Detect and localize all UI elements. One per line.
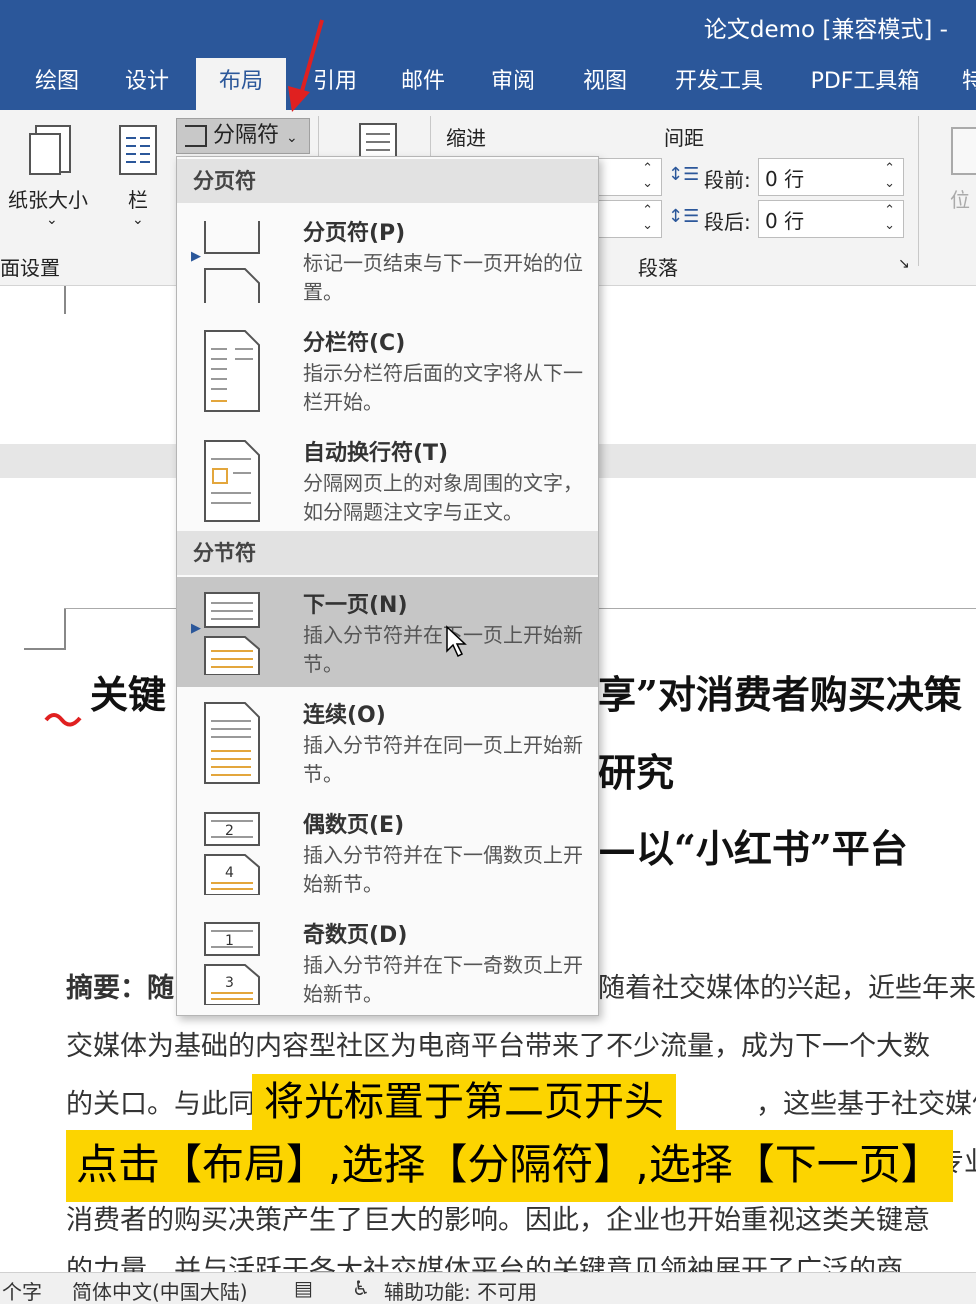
even-page-icon: 2 4 <box>204 812 260 895</box>
doc-abstract-text: 随着社交媒体的兴起，近些年来 <box>598 973 976 1004</box>
position-button[interactable]: 位 <box>950 184 970 213</box>
menu-item-title: 自动换行符(T) <box>303 441 449 466</box>
marker-icon: ▶ <box>191 249 201 264</box>
breaks-dropdown-menu: 分页符 ▶ 分页符(P) 标记一页结束与下一页开始的位置。 分栏符(C) 指示分… <box>176 156 599 1016</box>
indent-left-field[interactable]: ⌃ ⌄ <box>596 158 662 196</box>
spin-arrows-icon[interactable]: ⌃ ⌄ <box>884 203 895 233</box>
page-setup-group-label: 页面设置 <box>0 256 60 280</box>
doc-title-line1-left: 关键 <box>90 672 167 717</box>
crop-mark <box>64 286 66 314</box>
mouse-cursor-icon <box>446 625 467 658</box>
paper-size-button[interactable]: 纸张大小 <box>8 184 88 213</box>
menu-item-desc: 插入分节符并在下一奇数页上开始新节。 <box>303 953 583 1006</box>
page-breaks-header: 分页符 <box>177 159 598 203</box>
red-squiggle-icon <box>44 713 82 727</box>
space-before-icon: ↕☰ <box>668 164 700 185</box>
spin-arrows-icon[interactable]: ⌃ ⌄ <box>884 161 895 191</box>
track-changes-icon[interactable]: ▤ <box>294 1276 313 1300</box>
menu-item-next-page[interactable]: ▶ 下一页(N) 插入分节符并在下一页上开始新节。 <box>177 577 598 687</box>
status-bar: 个字 简体中文(中国大陆) ▤ ♿ 辅助功能: 不可用 <box>0 1272 976 1304</box>
space-after-field[interactable]: 0 行 ⌃ ⌄ <box>758 200 904 238</box>
column-break-icon <box>204 330 260 412</box>
annotation-arrow-icon <box>288 19 324 112</box>
page-number-1: 1 <box>225 933 234 949</box>
menu-item-title: 下一页(N) <box>303 593 408 618</box>
doc-title-line2-right: 研究 <box>598 750 675 795</box>
menu-item-even-page[interactable]: 2 4 偶数页(E) 插入分节符并在下一偶数页上开始新节。 <box>177 797 598 907</box>
menu-item-desc: 标记一页结束与下一页开始的位置。 <box>303 251 583 304</box>
menu-item-continuous[interactable]: 连续(O) 插入分节符并在同一页上开始新节。 <box>177 687 598 797</box>
word-count[interactable]: 个字 <box>2 1276 42 1304</box>
spin-arrows-icon[interactable]: ⌃ ⌄ <box>642 203 653 233</box>
marker-icon: ▶ <box>191 621 201 636</box>
page-break-icon <box>204 221 260 303</box>
page-number-2: 2 <box>225 823 234 839</box>
dialog-launcher-icon[interactable]: ↘ <box>898 256 910 272</box>
doc-paragraph-line: 交媒体为基础的内容型社区为电商平台带来了不少流量，成为下一个大数 <box>66 1031 930 1062</box>
space-after-label: 段后: <box>704 210 751 234</box>
next-page-icon <box>204 592 260 675</box>
menu-item-column-break[interactable]: 分栏符(C) 指示分栏符后面的文字将从下一栏开始。 <box>177 315 598 425</box>
space-before-field[interactable]: 0 行 ⌃ ⌄ <box>758 158 904 196</box>
doc-title-line1-right: 享”对消费者购买决策 <box>598 672 962 717</box>
doc-abstract-label: 摘要：随 <box>66 973 174 1004</box>
section-breaks-header: 分节符 <box>177 531 598 575</box>
space-before-label: 段前: <box>704 168 751 192</box>
indent-right-field[interactable]: ⌃ ⌄ <box>596 200 662 238</box>
menu-item-title: 分栏符(C) <box>303 331 406 356</box>
spin-arrows-icon[interactable]: ⌃ ⌄ <box>642 161 653 191</box>
columns-button[interactable]: 栏 <box>128 184 148 213</box>
space-after-icon: ↕☰ <box>668 206 700 227</box>
crop-mark <box>64 608 66 650</box>
chevron-down-icon: ⌄ <box>46 212 58 228</box>
crop-mark <box>24 648 66 650</box>
page-number-4: 4 <box>225 865 234 881</box>
menu-item-title: 奇数页(D) <box>303 923 408 948</box>
menu-item-title: 分页符(P) <box>303 221 406 246</box>
menu-item-title: 连续(O) <box>303 703 386 728</box>
menu-item-title: 偶数页(E) <box>303 813 405 838</box>
space-after-value: 0 行 <box>765 209 805 233</box>
doc-paragraph-line: 消费者的购买决策产生了巨大的影响。因此，企业也开始重视这类关键意 <box>66 1205 930 1236</box>
continuous-icon <box>204 702 260 784</box>
menu-item-desc: 插入分节符并在同一页上开始新节。 <box>303 733 583 786</box>
doc-title-line3-right: —以“小红书”平台 <box>598 826 908 871</box>
caption-line1: 将光标置于第二页开头 <box>252 1074 676 1130</box>
text-wrapping-icon <box>204 440 260 522</box>
space-before-value: 0 行 <box>765 167 805 191</box>
language-indicator[interactable]: 简体中文(中国大陆) <box>72 1276 248 1304</box>
paragraph-group-label: 段落 <box>638 256 678 280</box>
caption-line2: 点击【布局】,选择【分隔符】,选择【下一页】 <box>66 1130 953 1202</box>
doc-paragraph-line: ，这些基于社交媒体 <box>756 1089 976 1120</box>
menu-item-desc: 插入分节符并在下一偶数页上开始新节。 <box>303 843 583 896</box>
accessibility-status[interactable]: 辅助功能: 不可用 <box>384 1276 537 1304</box>
chevron-down-icon: ⌄ <box>132 212 144 228</box>
menu-item-odd-page[interactable]: 1 3 奇数页(D) 插入分节符并在下一奇数页上开始新节。 <box>177 907 598 1017</box>
doc-paragraph-line: 的关口。与此同 <box>66 1089 255 1120</box>
menu-item-page-break[interactable]: ▶ 分页符(P) 标记一页结束与下一页开始的位置。 <box>177 205 598 315</box>
menu-item-desc: 指示分栏符后面的文字将从下一栏开始。 <box>303 361 583 414</box>
page-number-3: 3 <box>225 975 234 991</box>
menu-item-desc: 分隔网页上的对象周围的文字，如分隔题注文字与正文。 <box>303 471 583 524</box>
menu-item-text-wrapping[interactable]: 自动换行符(T) 分隔网页上的对象周围的文字，如分隔题注文字与正文。 <box>177 425 598 535</box>
odd-page-icon: 1 3 <box>204 922 260 1005</box>
accessibility-icon[interactable]: ♿ <box>352 1276 370 1300</box>
